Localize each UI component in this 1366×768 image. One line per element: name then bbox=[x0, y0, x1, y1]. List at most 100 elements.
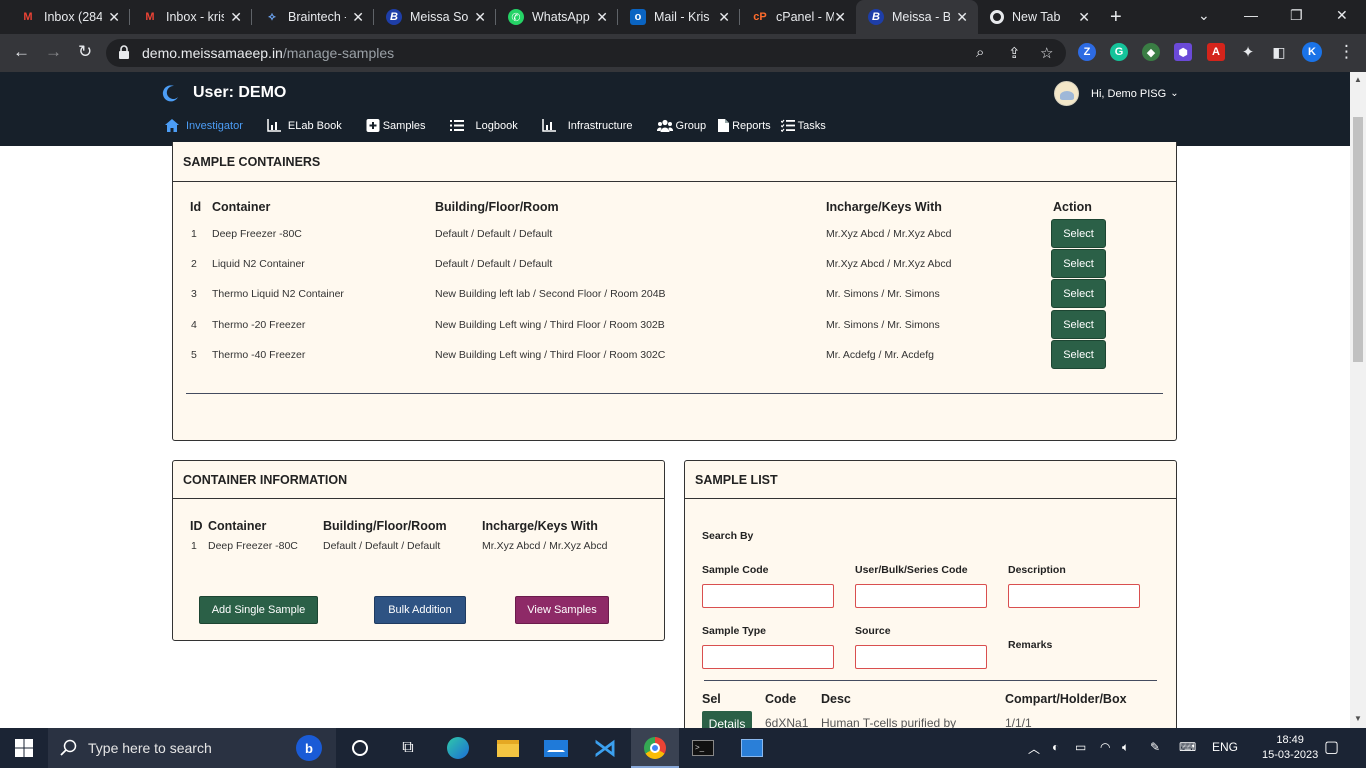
brand-title: User: DEMO bbox=[193, 84, 287, 101]
keyboard-icon[interactable]: ⌨ bbox=[1179, 740, 1196, 754]
file-explorer-icon[interactable] bbox=[496, 736, 520, 760]
side-panel-icon[interactable]: ◧ bbox=[1270, 43, 1288, 61]
bulk-addition-button[interactable]: Bulk Addition bbox=[374, 596, 466, 624]
cpanel-icon: cP bbox=[753, 11, 767, 23]
menu-icon[interactable]: ⋮ bbox=[1338, 42, 1355, 62]
mail-icon[interactable] bbox=[544, 736, 568, 760]
profile-avatar[interactable]: K bbox=[1302, 42, 1322, 62]
select-button[interactable]: Select bbox=[1051, 340, 1106, 369]
back-icon[interactable]: ← bbox=[13, 42, 30, 62]
photos-icon[interactable] bbox=[740, 736, 764, 760]
source-input[interactable] bbox=[855, 645, 987, 669]
zoom-icon[interactable]: ⌕ bbox=[976, 44, 984, 61]
terminal-icon[interactable]: >_ bbox=[691, 736, 715, 760]
task-view-icon[interactable]: ⧉ bbox=[396, 736, 420, 760]
restore-icon[interactable]: ❐ bbox=[1290, 7, 1303, 24]
wifi-icon[interactable]: ◠ bbox=[1100, 740, 1110, 754]
select-button[interactable]: Select bbox=[1051, 219, 1106, 248]
user-code-input[interactable] bbox=[855, 584, 987, 608]
sample-type-input[interactable] bbox=[702, 645, 834, 669]
chevron-up-icon[interactable]: ︿ bbox=[1028, 740, 1040, 757]
nav-logbook[interactable]: Logbook bbox=[449, 119, 518, 132]
select-button[interactable]: Select bbox=[1051, 249, 1106, 278]
meet-now-icon[interactable]: ◐ bbox=[1052, 740, 1059, 754]
nav-reports[interactable]: Reports bbox=[718, 119, 771, 132]
share-icon[interactable]: ⇪ bbox=[1008, 44, 1021, 62]
grammarly-icon[interactable]: G bbox=[1110, 43, 1128, 61]
scrollbar-thumb[interactable] bbox=[1353, 117, 1363, 362]
browser-tab[interactable]: New Tab ✕ bbox=[978, 0, 1100, 34]
browser-tab[interactable]: ⟡ Braintech - ✕ bbox=[252, 0, 374, 34]
nav-investigator[interactable]: Investigator bbox=[165, 119, 243, 132]
minimize-icon[interactable]: — bbox=[1244, 7, 1258, 23]
pdf-icon[interactable]: A bbox=[1207, 43, 1225, 61]
nav-group[interactable]: Group bbox=[656, 119, 706, 132]
close-window-icon[interactable]: ✕ bbox=[1336, 7, 1348, 24]
battery-icon[interactable]: ▭ bbox=[1075, 740, 1086, 754]
user-menu[interactable]: Hi, Demo PISG ⌄ bbox=[1054, 81, 1179, 106]
volume-icon[interactable]: 🔈︎ bbox=[1122, 740, 1129, 755]
cell-container: Deep Freezer -80C bbox=[212, 228, 302, 240]
lock-icon bbox=[119, 45, 129, 59]
tab-search-icon[interactable]: ⌄ bbox=[1198, 7, 1210, 24]
bing-icon[interactable]: b bbox=[296, 735, 322, 761]
edge-icon[interactable] bbox=[446, 736, 470, 760]
windows-start-icon[interactable] bbox=[12, 736, 36, 760]
reload-icon[interactable]: ↻ bbox=[78, 42, 92, 62]
browser-tab[interactable]: B Meissa Sof ✕ bbox=[374, 0, 496, 34]
nav-tasks[interactable]: Tasks bbox=[780, 119, 826, 132]
scroll-up-icon[interactable]: ▲ bbox=[1354, 75, 1362, 84]
extension-icon[interactable]: ⬢ bbox=[1174, 43, 1192, 61]
sample-code-label: Sample Code bbox=[702, 564, 769, 576]
cell-location: New Building Left wing / Third Floor / R… bbox=[435, 319, 665, 331]
new-tab-icon[interactable]: + bbox=[1110, 6, 1122, 29]
close-tab-icon[interactable]: ✕ bbox=[956, 9, 968, 26]
whatsapp-icon: ✆ bbox=[508, 9, 524, 25]
close-tab-icon[interactable]: ✕ bbox=[718, 9, 730, 26]
main-nav: Investigator ELab Book Samples Logbook I… bbox=[165, 119, 826, 132]
cortana-icon[interactable] bbox=[348, 736, 372, 760]
close-tab-icon[interactable]: ✕ bbox=[108, 9, 120, 26]
zoom-ext-icon[interactable]: Z bbox=[1078, 43, 1096, 61]
view-samples-button[interactable]: View Samples bbox=[515, 596, 609, 624]
close-tab-icon[interactable]: ✕ bbox=[474, 9, 486, 26]
address-bar[interactable]: demo.meissamaeep.in/manage-samples ⌕ ⇪ ☆ bbox=[106, 39, 1066, 67]
nav-samples[interactable]: Samples bbox=[366, 119, 426, 132]
nav-label: Logbook bbox=[475, 119, 518, 132]
gmail-icon: M bbox=[145, 11, 155, 23]
moon-icon[interactable] bbox=[162, 84, 180, 102]
add-single-sample-button[interactable]: Add Single Sample bbox=[199, 596, 318, 624]
scroll-down-icon[interactable]: ▼ bbox=[1354, 714, 1362, 723]
nav-infrastructure[interactable]: Infrastructure bbox=[541, 119, 633, 132]
browser-tab-active[interactable]: B Meissa - Bl ✕ bbox=[856, 0, 978, 34]
clock[interactable]: 18:49 15-03-2023 bbox=[1262, 733, 1318, 763]
close-tab-icon[interactable]: ✕ bbox=[230, 9, 242, 26]
nav-elab-book[interactable]: ELab Book bbox=[267, 119, 342, 132]
page-scrollbar[interactable]: ▲ ▼ bbox=[1350, 72, 1366, 728]
close-tab-icon[interactable]: ✕ bbox=[352, 9, 364, 26]
pen-icon[interactable]: ✎ bbox=[1150, 740, 1160, 754]
browser-tab[interactable]: M Inbox (284 ✕ bbox=[8, 0, 130, 34]
browser-tab[interactable]: cP cPanel - M ✕ bbox=[740, 0, 856, 34]
close-tab-icon[interactable]: ✕ bbox=[834, 9, 846, 26]
extension-icon[interactable]: ◆ bbox=[1142, 43, 1160, 61]
description-input[interactable] bbox=[1008, 584, 1140, 608]
bookmark-star-icon[interactable]: ☆ bbox=[1040, 44, 1053, 62]
browser-tab[interactable]: ✆ WhatsApp ✕ bbox=[496, 0, 618, 34]
cell-location: Default / Default / Default bbox=[323, 540, 441, 552]
browser-tab[interactable]: o Mail - Kris ✕ bbox=[618, 0, 740, 34]
browser-tab[interactable]: M Inbox - kris ✕ bbox=[130, 0, 252, 34]
close-tab-icon[interactable]: ✕ bbox=[596, 9, 608, 26]
sample-code-input[interactable] bbox=[702, 584, 834, 608]
close-tab-icon[interactable]: ✕ bbox=[1078, 9, 1090, 26]
taskbar-search[interactable]: Type here to search b bbox=[48, 728, 336, 768]
notification-icon[interactable]: ▢ bbox=[1324, 737, 1339, 757]
chrome-icon[interactable] bbox=[643, 736, 667, 760]
vscode-icon[interactable]: ⋊ bbox=[593, 735, 617, 762]
meissa-icon: B bbox=[386, 9, 402, 25]
forward-icon[interactable]: → bbox=[45, 42, 62, 62]
puzzle-icon[interactable]: ✦ bbox=[1239, 43, 1257, 61]
select-button[interactable]: Select bbox=[1051, 310, 1106, 339]
language-indicator[interactable]: ENG bbox=[1212, 740, 1238, 754]
select-button[interactable]: Select bbox=[1051, 279, 1106, 308]
